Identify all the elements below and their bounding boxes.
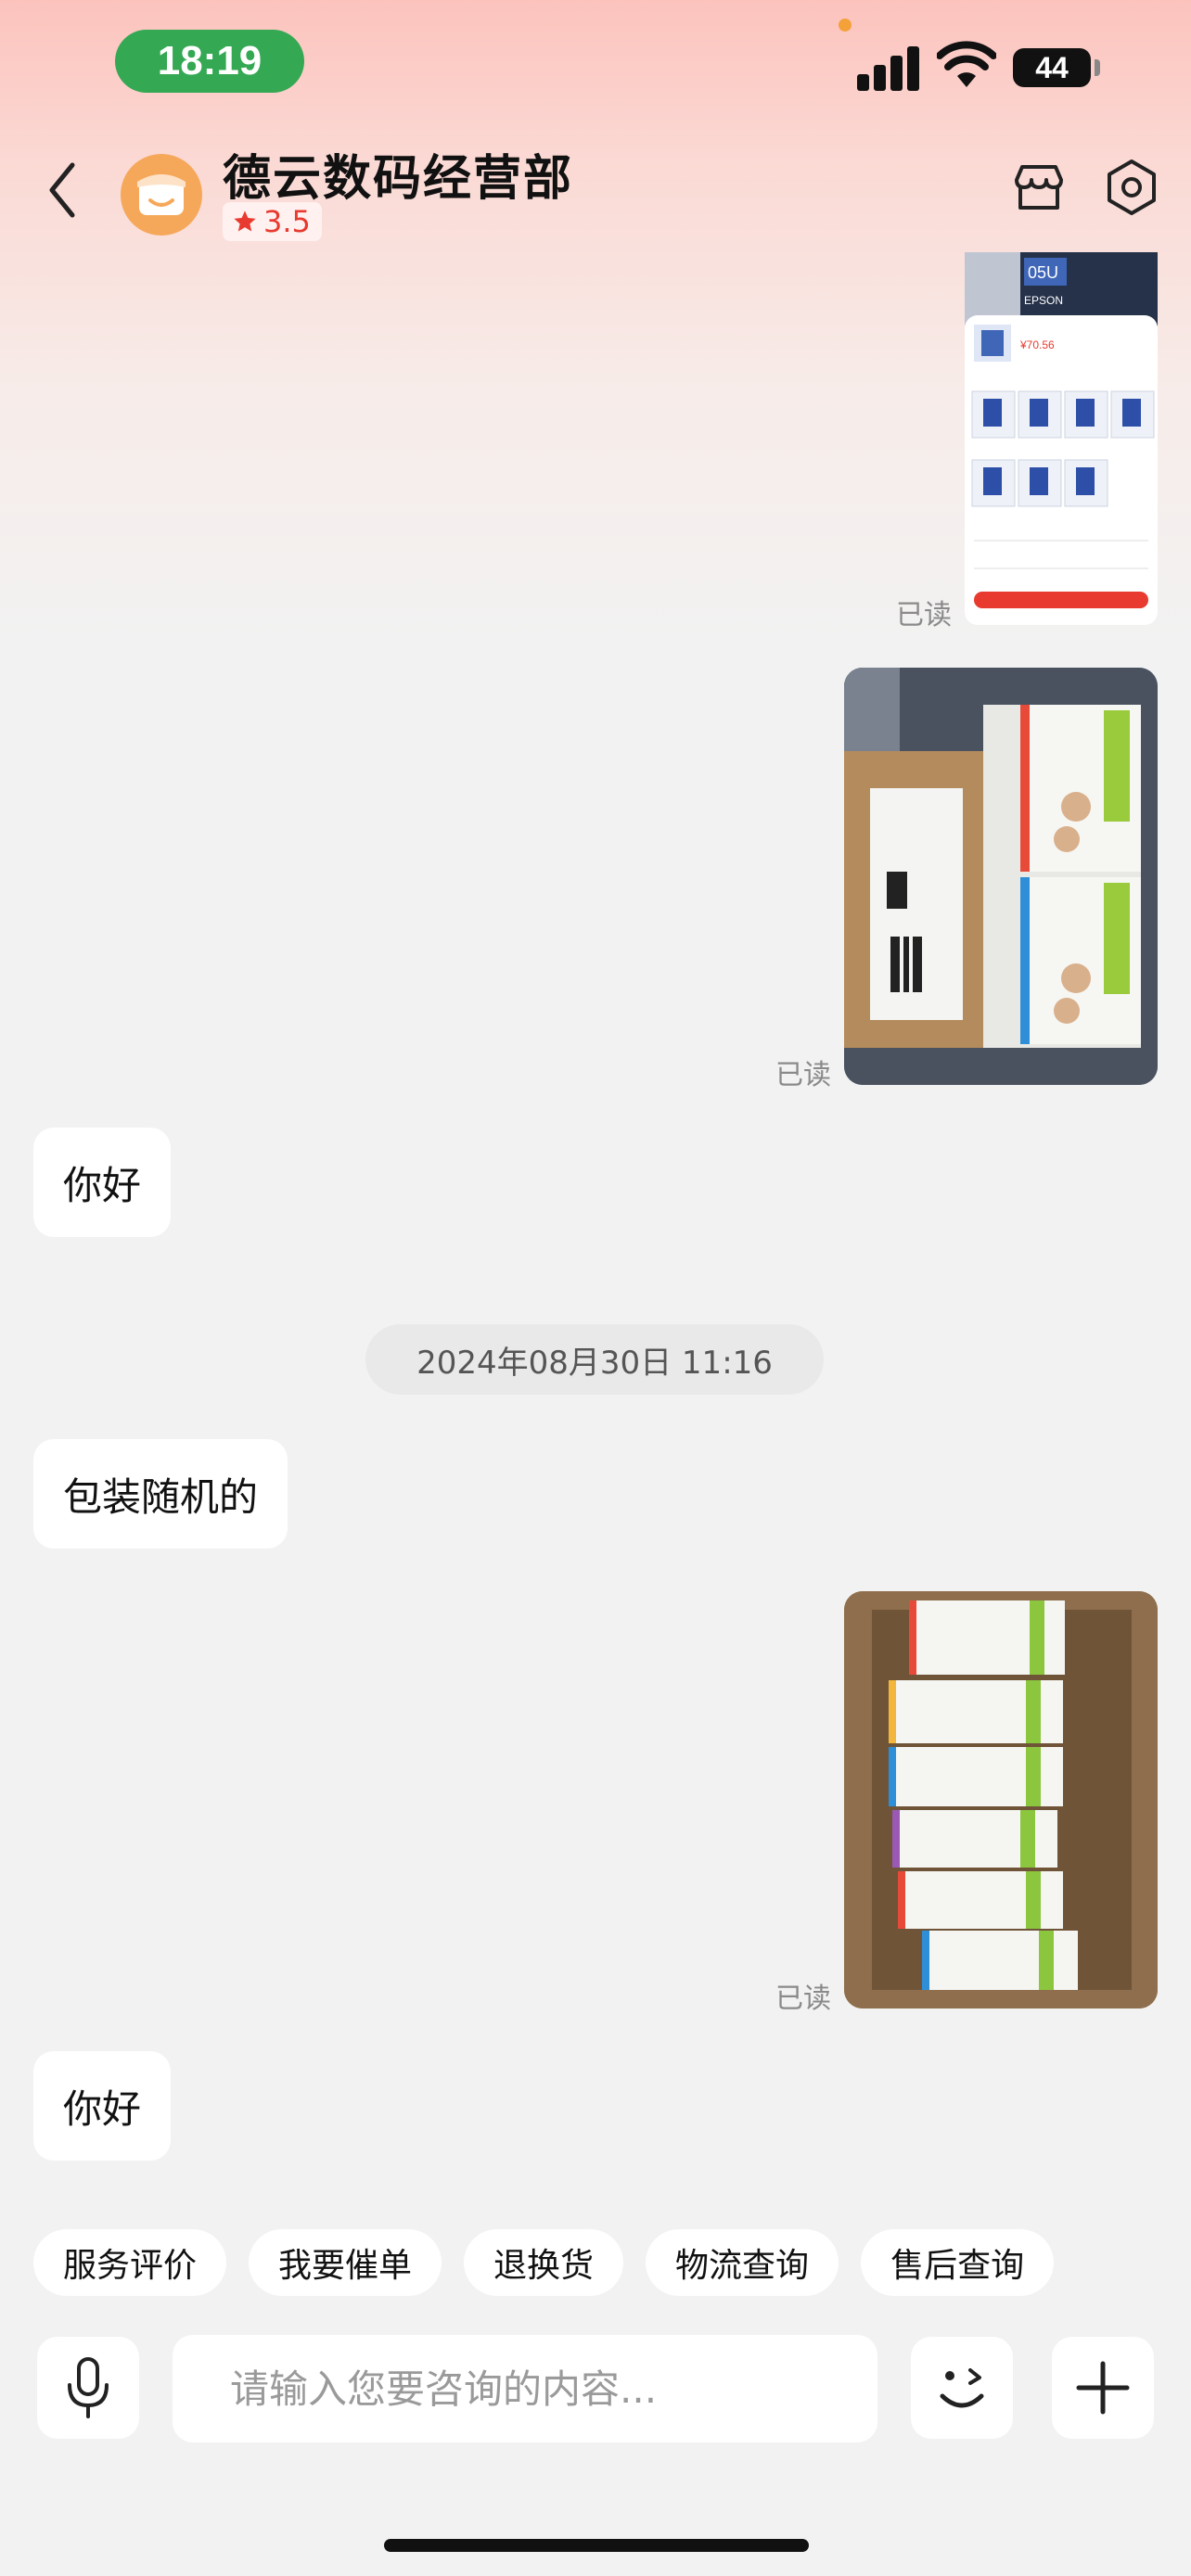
read-receipt: 已读 xyxy=(775,1983,831,2015)
emoji-button[interactable] xyxy=(911,2337,1013,2439)
chat-header: 德云数码经营部 3.5 xyxy=(0,130,1191,250)
timestamp-chip: 2024年08月30日 11:16 xyxy=(365,1324,824,1395)
read-receipt: 已读 xyxy=(896,599,952,631)
microphone-icon xyxy=(68,2357,109,2418)
emoji-wink-icon xyxy=(940,2368,984,2408)
image-message-product-screenshot[interactable]: 05U EPSON ¥70.56 xyxy=(965,252,1158,625)
svg-text:EPSON: EPSON xyxy=(1024,294,1063,307)
star-icon xyxy=(234,210,256,232)
message-input-container xyxy=(173,2335,877,2442)
battery-icon: 44 xyxy=(1013,48,1091,87)
svg-text:¥70.56: ¥70.56 xyxy=(1019,338,1055,351)
quick-action-logistics[interactable]: 物流查询 xyxy=(646,2229,839,2296)
privacy-indicator-dot xyxy=(839,19,852,32)
status-time: 18:19 xyxy=(115,30,304,93)
quick-action-service-review[interactable]: 服务评价 xyxy=(33,2229,227,2296)
text-message-left: 你好 xyxy=(33,1128,172,1237)
back-icon[interactable] xyxy=(41,158,87,223)
shop-name-title[interactable]: 德云数码经营部 xyxy=(223,139,573,209)
settings-icon[interactable] xyxy=(1102,158,1161,217)
wifi-icon xyxy=(937,41,996,87)
message-text: 你好 xyxy=(63,1162,142,1208)
image-message-ink-boxes-photo[interactable] xyxy=(844,668,1158,1085)
more-options-button[interactable] xyxy=(1052,2337,1154,2439)
voice-input-button[interactable] xyxy=(37,2337,139,2439)
message-text: 包装随机的 xyxy=(63,1473,259,1520)
message-text: 你好 xyxy=(63,2085,142,2132)
store-avatar-icon[interactable] xyxy=(121,154,202,236)
text-message-left: 你好 xyxy=(33,2051,172,2161)
status-bar: 18:19 44 xyxy=(0,0,1191,130)
battery-nub xyxy=(1095,59,1100,76)
home-indicator[interactable] xyxy=(384,2539,809,2552)
text-message-left: 包装随机的 xyxy=(33,1439,288,1549)
quick-action-return-exchange[interactable]: 退换货 xyxy=(464,2229,624,2296)
plus-icon xyxy=(1076,2361,1130,2415)
image-message-ink-bottles-photo[interactable] xyxy=(844,1591,1158,2009)
quick-action-bar: 服务评价 我要催单 退换货 物流查询 售后查询 xyxy=(33,2229,1055,2296)
rating-value: 3.5 xyxy=(263,204,311,239)
svg-text:05U: 05U xyxy=(1028,263,1058,282)
quick-action-after-sales[interactable]: 售后查询 xyxy=(861,2229,1055,2296)
cellular-signal-icon xyxy=(857,43,922,91)
rating-badge: 3.5 xyxy=(223,202,322,241)
quick-action-urge-order[interactable]: 我要催单 xyxy=(249,2229,442,2296)
message-input[interactable] xyxy=(228,2365,877,2413)
read-receipt: 已读 xyxy=(775,1059,831,1091)
store-icon[interactable] xyxy=(1009,158,1069,217)
